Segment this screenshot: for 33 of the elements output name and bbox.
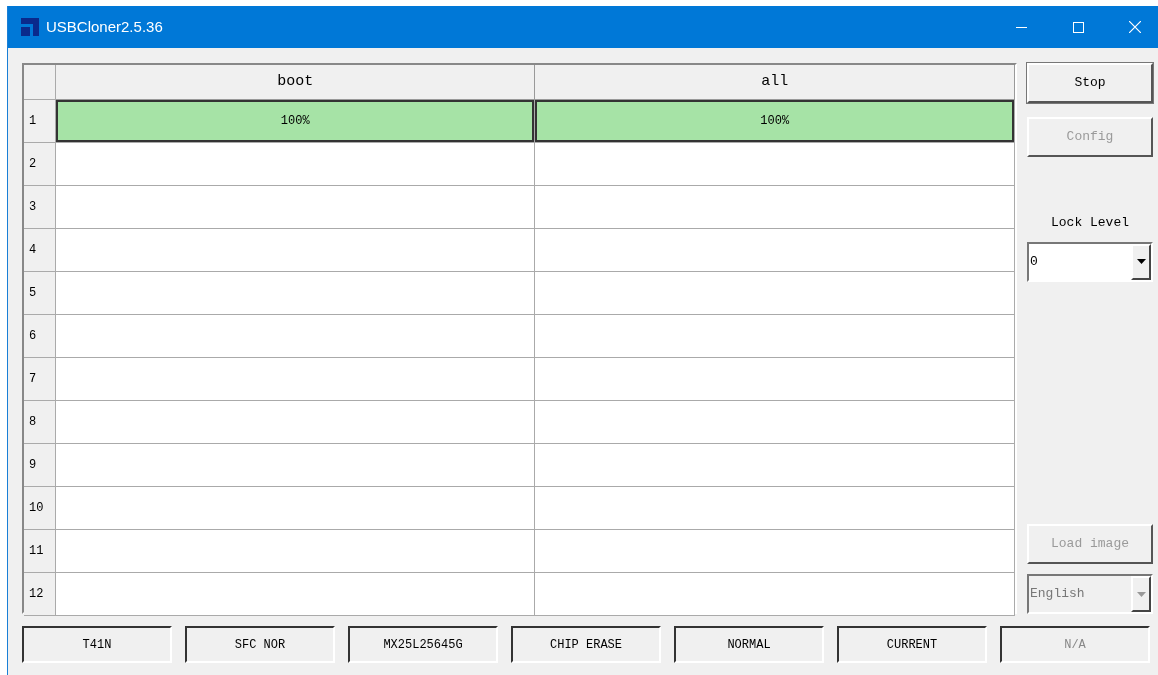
row-number: 10 xyxy=(24,487,56,530)
column-header[interactable]: boot xyxy=(55,65,536,100)
maximize-icon xyxy=(1072,21,1084,33)
row-number: 11 xyxy=(24,530,56,573)
status-field: CHIP ERASE xyxy=(511,626,661,663)
column-header[interactable]: all xyxy=(535,65,1015,100)
row-number: 3 xyxy=(24,186,56,229)
progress-text: 100% xyxy=(279,113,311,130)
row-number: 5 xyxy=(24,272,56,315)
status-field: MX25L25645G xyxy=(348,626,498,663)
row-number: 4 xyxy=(24,229,56,272)
row-number: 2 xyxy=(24,143,56,186)
row-number: 9 xyxy=(24,444,56,487)
row-number: 8 xyxy=(24,401,56,444)
status-field: CURRENT xyxy=(837,626,987,663)
row-number: 12 xyxy=(24,573,56,616)
status-field: T41N xyxy=(22,626,172,663)
caret-icon xyxy=(1136,259,1146,264)
row-number: 7 xyxy=(24,358,56,401)
close-icon xyxy=(1129,21,1141,33)
window-title: USBCloner2.5.36 xyxy=(46,16,163,37)
lock-level-dropdown[interactable]: 0 xyxy=(1027,241,1153,282)
minimize-icon xyxy=(1015,26,1027,28)
status-field: N/A xyxy=(1000,626,1150,663)
caret-icon xyxy=(1136,591,1146,597)
stop-button[interactable]: Stop xyxy=(1027,63,1153,103)
progress-text: 100% xyxy=(759,113,791,130)
status-field: SFC NOR xyxy=(185,626,335,663)
app-icon xyxy=(21,18,39,36)
status-field: NORMAL xyxy=(674,626,824,663)
row-number: 6 xyxy=(24,315,56,358)
row-number: 1 xyxy=(24,100,56,143)
lock-level-label: Lock Level xyxy=(1050,214,1130,232)
